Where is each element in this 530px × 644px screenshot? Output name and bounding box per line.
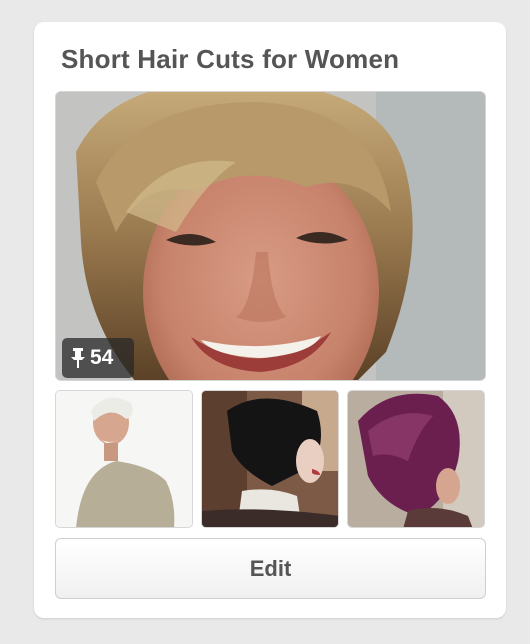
thumbnail-3[interactable]: [347, 390, 485, 528]
board-title[interactable]: Short Hair Cuts for Women: [61, 44, 399, 75]
thumbnail-photo: [202, 391, 338, 527]
board-cover-image[interactable]: 54: [55, 91, 486, 381]
pin-count-badge: 54: [62, 338, 134, 378]
thumbnail-2[interactable]: [201, 390, 339, 528]
thumbnail-row: [55, 390, 486, 528]
thumbnail-photo: [56, 391, 192, 527]
board-card[interactable]: Short Hair Cuts for Women 54 Edit: [34, 22, 506, 618]
pin-icon: [71, 348, 85, 368]
edit-button[interactable]: Edit: [55, 538, 486, 599]
thumbnail-photo: [348, 391, 484, 527]
thumbnail-1[interactable]: [55, 390, 193, 528]
pin-count: 54: [90, 346, 114, 369]
